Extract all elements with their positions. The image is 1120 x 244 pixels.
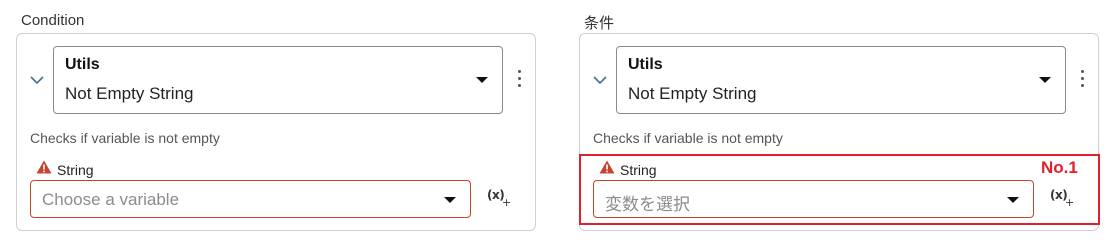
function-description: Checks if variable is not empty <box>30 130 220 146</box>
condition-card: Utils Not Empty String Checks if variabl… <box>16 33 536 231</box>
function-name: Not Empty String <box>65 84 194 103</box>
panel-title: 条件 <box>584 15 615 32</box>
caret-down-icon <box>476 77 488 83</box>
kebab-menu-icon[interactable] <box>1076 70 1088 92</box>
function-select[interactable]: Utils Not Empty String <box>616 46 1066 114</box>
caret-down-icon <box>1039 77 1051 83</box>
caret-down-icon <box>444 197 456 203</box>
param-label: String <box>57 162 94 178</box>
warning-icon <box>36 160 52 174</box>
panel-title: Condition <box>21 12 85 29</box>
chevron-down-icon[interactable] <box>592 74 608 86</box>
plus-icon: + <box>502 196 512 209</box>
function-name: Not Empty String <box>628 84 757 103</box>
kebab-menu-icon[interactable] <box>513 70 525 92</box>
function-select[interactable]: Utils Not Empty String <box>53 46 503 114</box>
variable-placeholder: Choose a variable <box>42 190 180 209</box>
condition-panel-en: Condition Utils Not Empty String Checks … <box>16 0 538 244</box>
variable-select[interactable]: Choose a variable <box>30 180 471 218</box>
function-description: Checks if variable is not empty <box>593 130 783 146</box>
highlight-annotation-label: No.1 <box>1041 158 1078 177</box>
highlight-annotation-box <box>579 154 1100 225</box>
function-group: Utils <box>628 56 663 73</box>
function-group: Utils <box>65 56 100 73</box>
variable-fx-button[interactable]: (x) + <box>487 188 513 210</box>
chevron-down-icon[interactable] <box>29 74 45 86</box>
